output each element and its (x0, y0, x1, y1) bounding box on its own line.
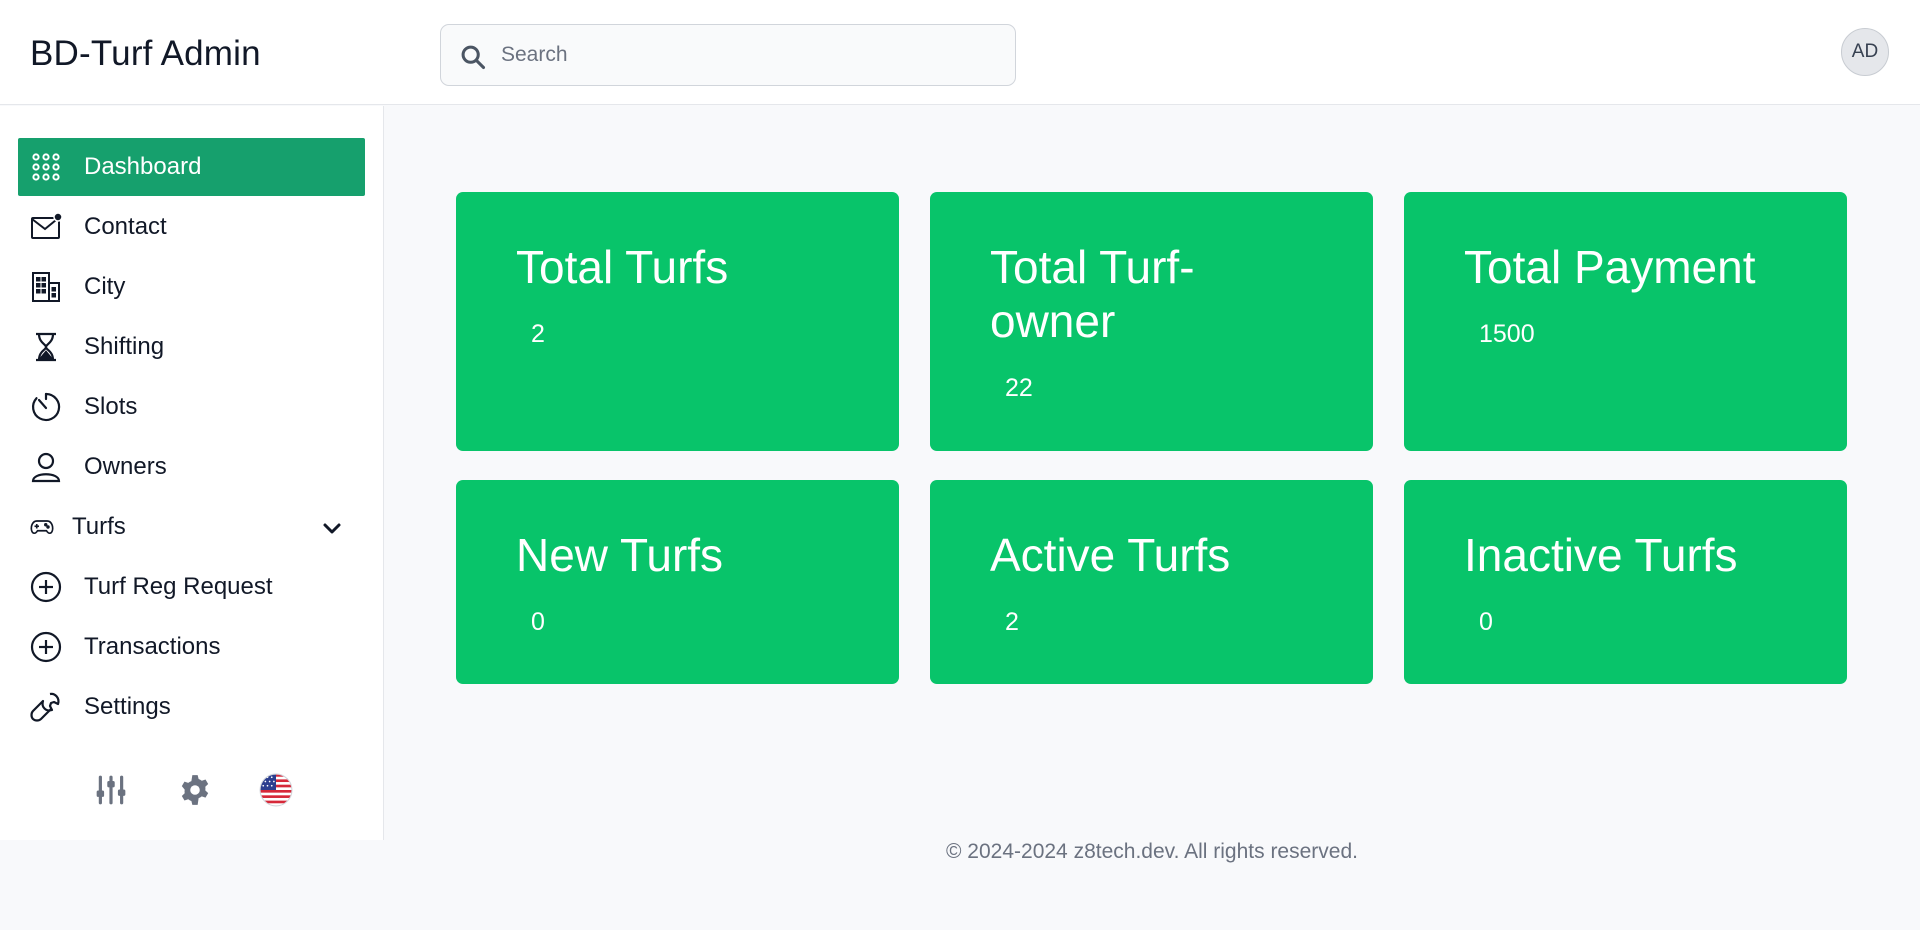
sidebar-item-label: Transactions (84, 633, 221, 660)
sidebar-item-contact[interactable]: Contact (18, 198, 365, 256)
hourglass-icon (36, 332, 56, 362)
sidebar-item-label: Contact (84, 213, 167, 240)
card-value: 22 (1005, 374, 1033, 402)
stat-card-new-turfs[interactable]: New Turfs 0 (456, 480, 899, 684)
timer-icon (31, 392, 61, 422)
plus-circle-icon (30, 631, 62, 663)
plus-circle-icon (30, 571, 62, 603)
sliders-icon[interactable] (94, 773, 128, 807)
sidebar-item-turf-reg-request[interactable]: Turf Reg Request (18, 558, 365, 616)
wrench-icon (30, 692, 60, 722)
sidebar-item-slots[interactable]: Slots (18, 378, 365, 436)
card-title: Inactive Turfs (1464, 529, 1738, 581)
sidebar-item-label: Slots (84, 393, 138, 420)
top-bar: BD-Turf Admin AD (0, 0, 1920, 105)
sidebar-item-dashboard[interactable]: Dashboard (18, 138, 365, 196)
sidebar-item-label: Shifting (84, 333, 165, 360)
user-icon (31, 452, 61, 483)
gear-icon[interactable] (178, 773, 212, 807)
card-value: 0 (531, 608, 545, 636)
card-title: Total Payment (1464, 241, 1756, 293)
sidebar-item-city[interactable]: City (18, 258, 365, 316)
sidebar-item-turfs[interactable]: Turfs (18, 498, 365, 556)
us-flag-icon[interactable] (259, 773, 293, 807)
card-value: 0 (1479, 608, 1493, 636)
card-title: New Turfs (516, 529, 724, 581)
mail-notification-icon (31, 212, 62, 239)
avatar[interactable]: AD (1841, 28, 1889, 76)
sidebar-item-label: Settings (84, 693, 171, 720)
search-box[interactable] (440, 24, 1016, 86)
sidebar: Dashboard Contact City Shifting Slots Ow… (0, 106, 384, 840)
footer-copyright: © 2024-2024 z8tech.dev. All rights reser… (946, 840, 1358, 863)
card-title: Total Turfs (516, 241, 729, 293)
gamepad-icon (30, 520, 54, 535)
sidebar-item-owners[interactable]: Owners (18, 438, 365, 496)
building-icon (32, 272, 60, 302)
stat-card-inactive-turfs[interactable]: Inactive Turfs 0 (1404, 480, 1847, 684)
grid-dots-icon (32, 153, 60, 181)
card-value: 2 (531, 320, 545, 348)
card-value: 2 (1005, 608, 1019, 636)
sidebar-tools (0, 766, 384, 816)
stat-card-total-turfs[interactable]: Total Turfs 2 (456, 192, 899, 451)
sidebar-item-transactions[interactable]: Transactions (18, 618, 365, 676)
card-title: Active Turfs (990, 529, 1231, 581)
search-icon (461, 45, 486, 70)
stat-card-total-payment[interactable]: Total Payment 1500 (1404, 192, 1847, 451)
search-input[interactable] (501, 25, 1001, 85)
card-title: Total Turf-owner (990, 241, 1195, 347)
main-content: Total Turfs 2 Total Turf-owner 22 Total … (385, 106, 1920, 840)
sidebar-item-label: City (84, 273, 126, 300)
chevron-down-icon[interactable] (320, 516, 344, 540)
stat-card-active-turfs[interactable]: Active Turfs 2 (930, 480, 1373, 684)
sidebar-item-label: Turfs (72, 513, 126, 540)
card-value: 1500 (1479, 320, 1535, 348)
sidebar-item-settings[interactable]: Settings (18, 678, 365, 736)
sidebar-item-label: Dashboard (84, 153, 202, 180)
sidebar-item-label: Turf Reg Request (84, 573, 273, 600)
brand-title[interactable]: BD-Turf Admin (30, 34, 261, 74)
stat-card-total-turf-owner[interactable]: Total Turf-owner 22 (930, 192, 1373, 451)
sidebar-item-shifting[interactable]: Shifting (18, 318, 365, 376)
sidebar-item-label: Owners (84, 453, 167, 480)
